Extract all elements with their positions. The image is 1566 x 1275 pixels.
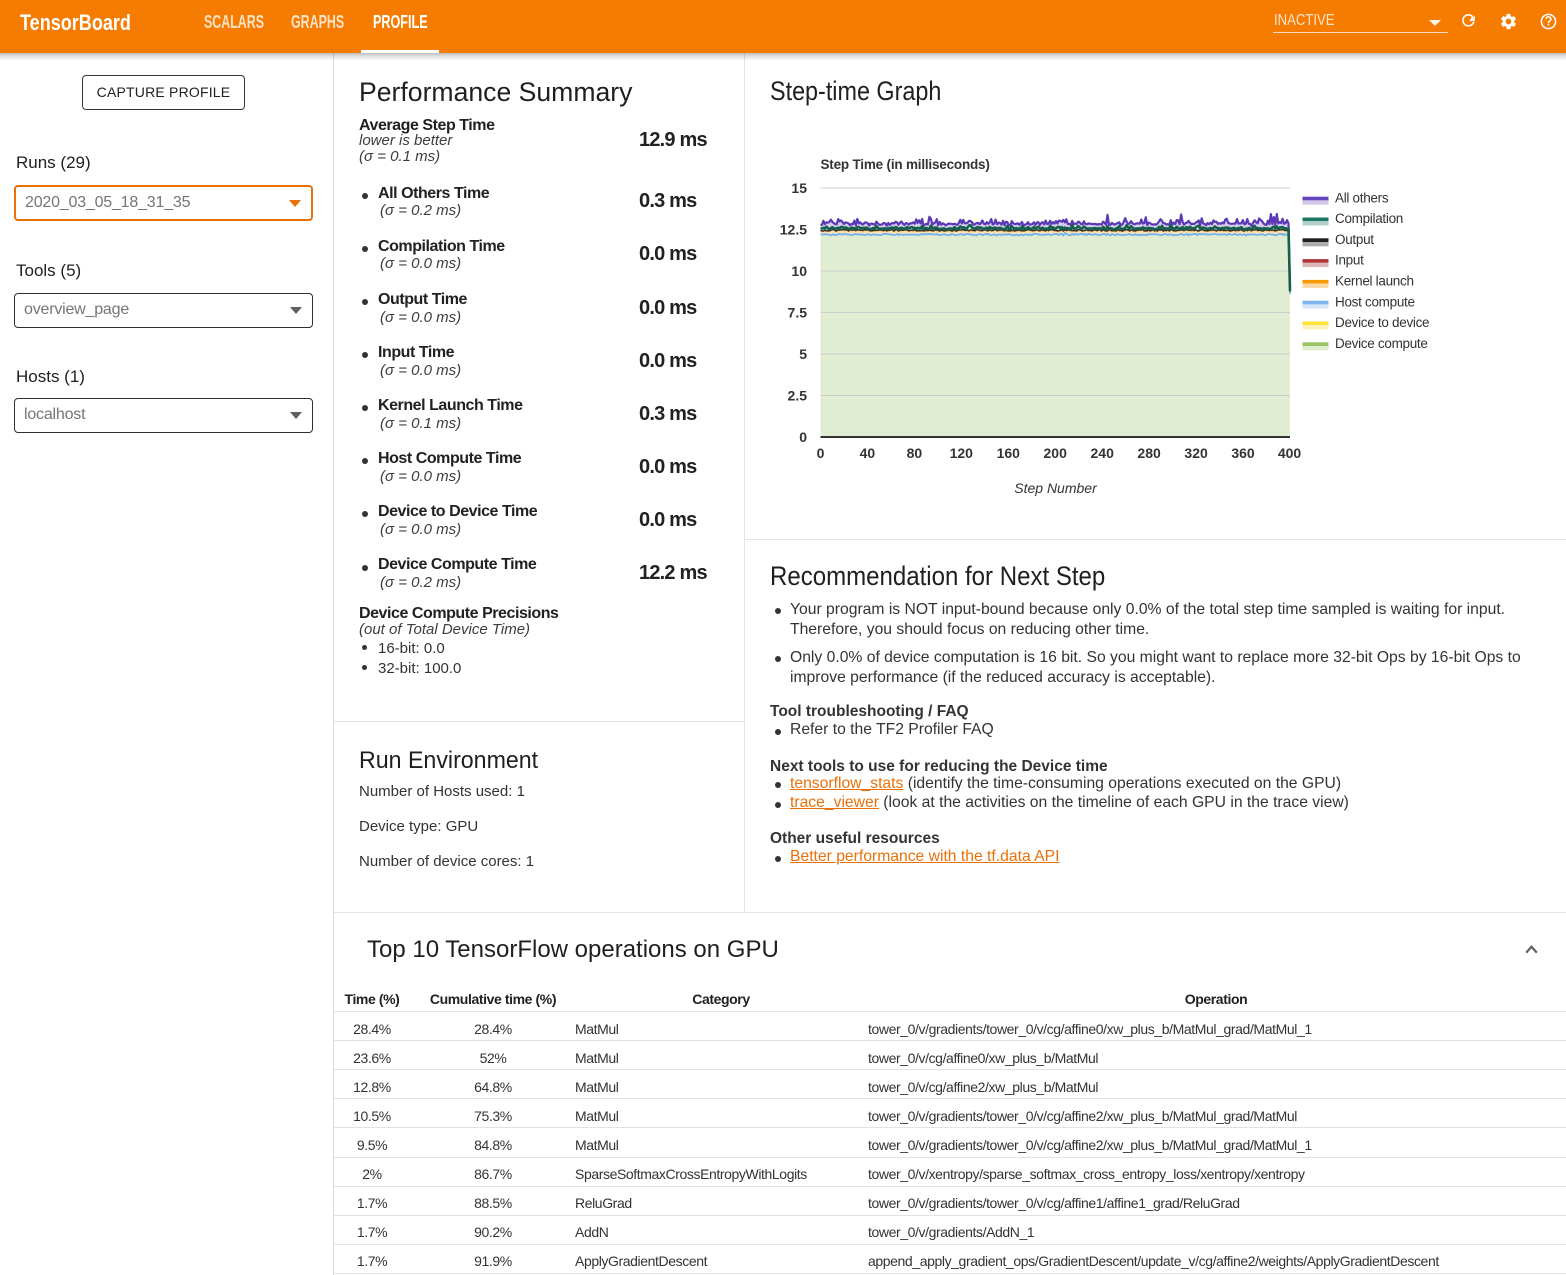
svg-text:5: 5 bbox=[799, 346, 807, 362]
svg-text:0: 0 bbox=[799, 429, 807, 445]
svg-text:Host compute: Host compute bbox=[1335, 294, 1415, 309]
svg-text:Compilation: Compilation bbox=[1335, 211, 1403, 226]
svg-text:12.5: 12.5 bbox=[780, 222, 807, 238]
svg-text:80: 80 bbox=[907, 445, 923, 461]
svg-text:7.5: 7.5 bbox=[788, 305, 808, 321]
svg-text:2.5: 2.5 bbox=[788, 388, 808, 404]
svg-text:All others: All others bbox=[1335, 190, 1389, 205]
svg-text:320: 320 bbox=[1184, 445, 1208, 461]
svg-text:240: 240 bbox=[1091, 445, 1115, 461]
svg-text:Step Time (in milliseconds): Step Time (in milliseconds) bbox=[821, 157, 990, 172]
svg-text:Step Number: Step Number bbox=[1014, 480, 1098, 496]
svg-text:120: 120 bbox=[950, 445, 974, 461]
svg-text:15: 15 bbox=[791, 180, 807, 196]
svg-text:10: 10 bbox=[791, 263, 807, 279]
svg-text:40: 40 bbox=[860, 445, 876, 461]
svg-text:Device compute: Device compute bbox=[1335, 336, 1428, 351]
svg-text:Input: Input bbox=[1335, 253, 1364, 268]
svg-text:Output: Output bbox=[1335, 232, 1374, 247]
svg-text:200: 200 bbox=[1044, 445, 1068, 461]
svg-text:360: 360 bbox=[1231, 445, 1255, 461]
svg-text:280: 280 bbox=[1137, 445, 1161, 461]
svg-text:160: 160 bbox=[997, 445, 1021, 461]
svg-text:400: 400 bbox=[1278, 445, 1302, 461]
svg-text:0: 0 bbox=[817, 445, 825, 461]
svg-text:Kernel launch: Kernel launch bbox=[1335, 274, 1414, 289]
svg-text:Device to device: Device to device bbox=[1335, 315, 1429, 330]
